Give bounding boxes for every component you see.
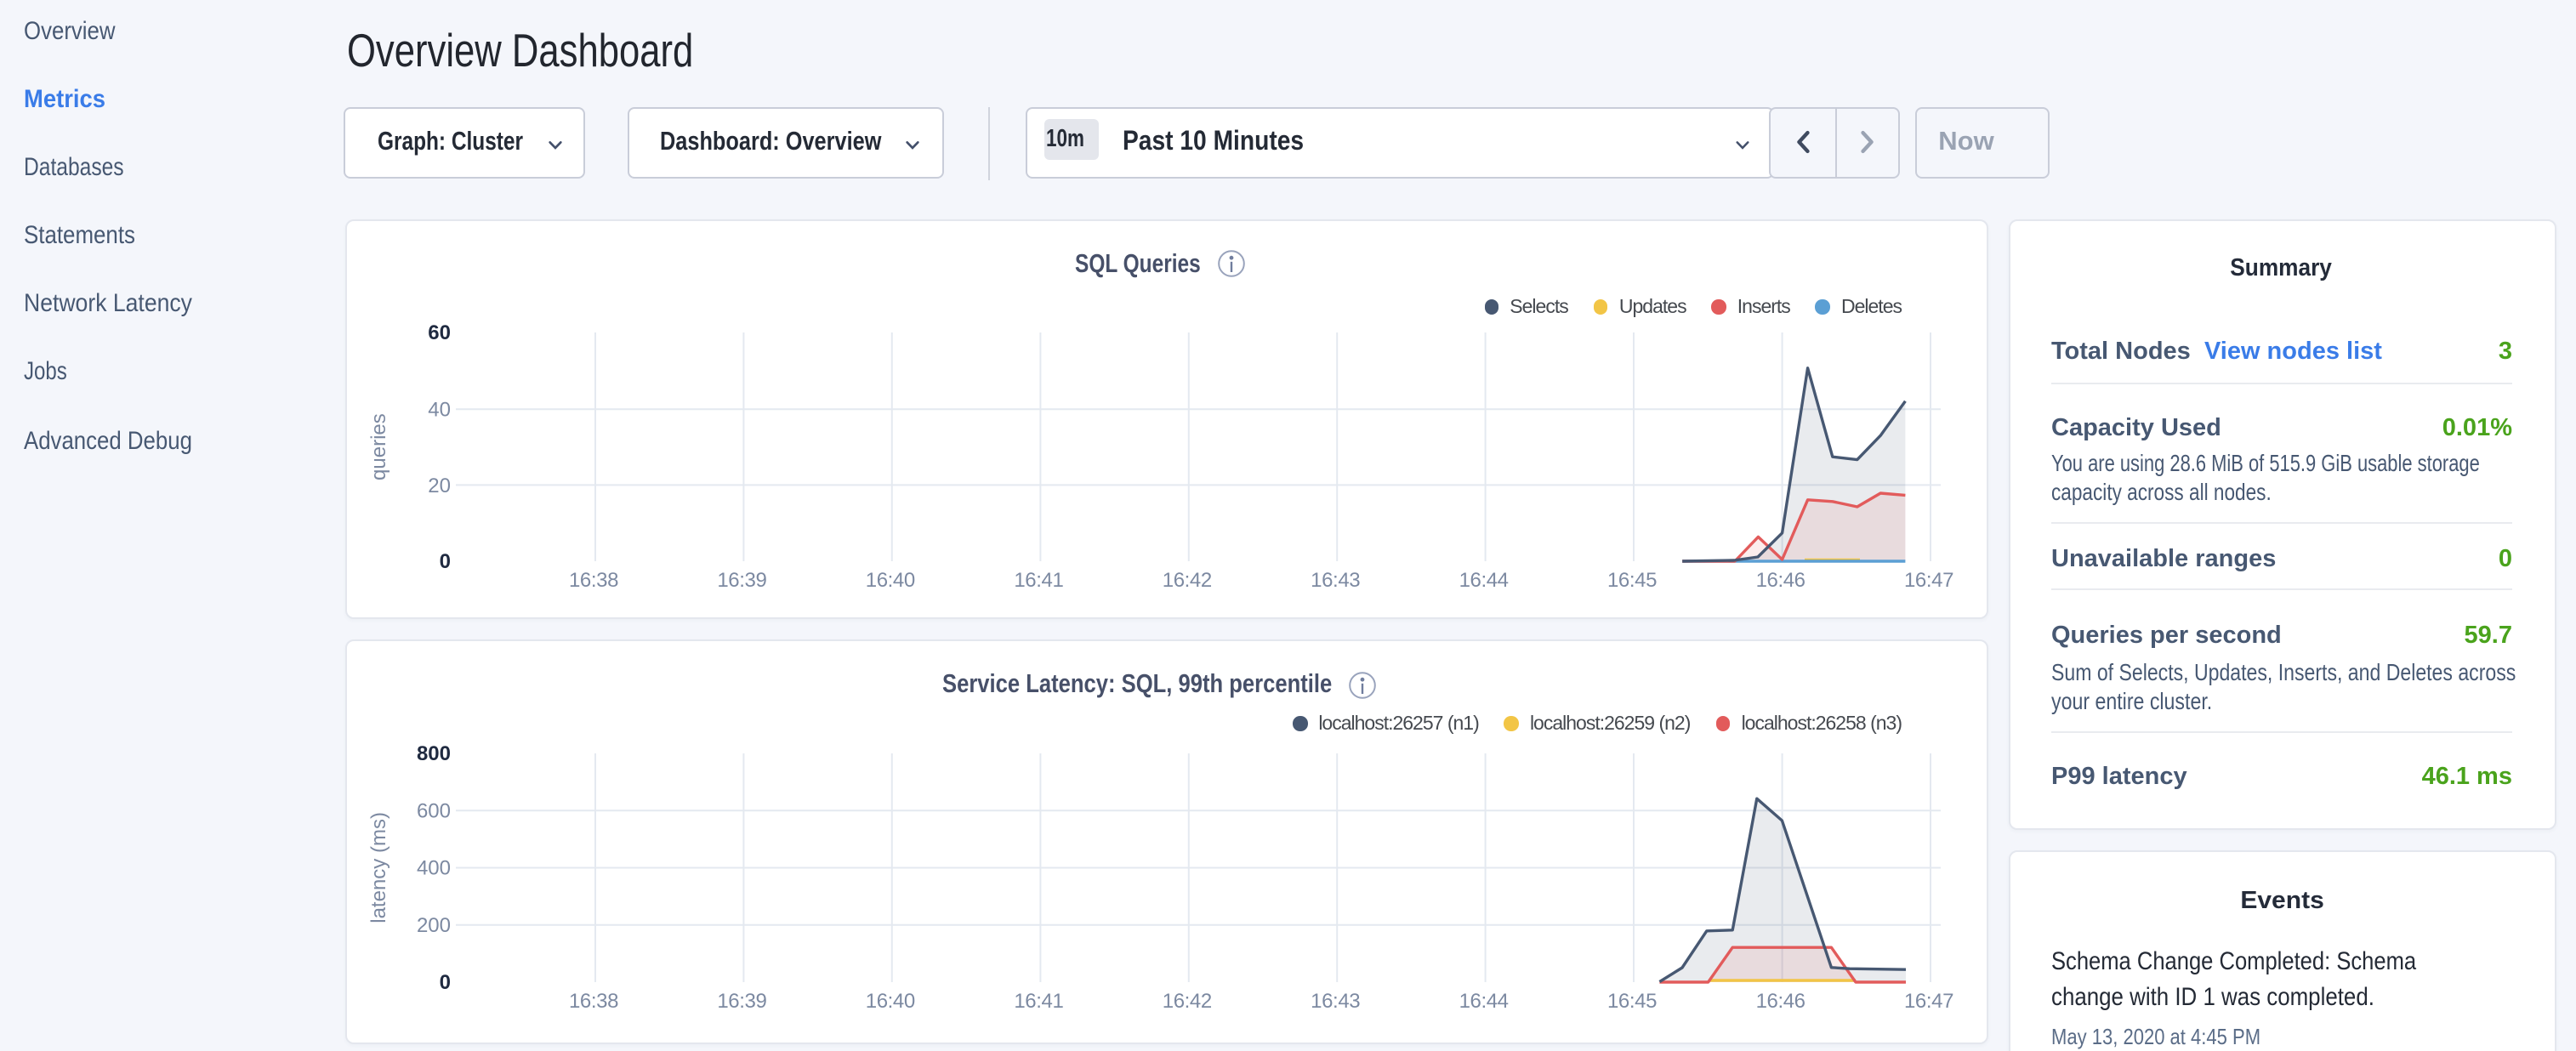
svg-text:16:42: 16:42 <box>1162 569 1211 592</box>
svg-text:16:44: 16:44 <box>1459 989 1508 1012</box>
svg-text:16:47: 16:47 <box>1903 569 1953 592</box>
svg-text:16:43: 16:43 <box>1310 569 1359 592</box>
svg-text:16:45: 16:45 <box>1606 569 1656 592</box>
svg-text:0: 0 <box>439 970 450 993</box>
svg-text:16:38: 16:38 <box>568 989 617 1012</box>
svg-text:400: 400 <box>416 856 450 879</box>
svg-text:16:41: 16:41 <box>1013 569 1062 592</box>
svg-text:800: 800 <box>416 741 450 764</box>
svg-text:queries: queries <box>367 413 390 480</box>
svg-text:16:39: 16:39 <box>716 569 765 592</box>
svg-text:16:46: 16:46 <box>1755 989 1805 1012</box>
svg-text:40: 40 <box>427 399 450 422</box>
svg-text:16:38: 16:38 <box>568 569 617 592</box>
svg-text:16:42: 16:42 <box>1162 989 1211 1012</box>
svg-text:600: 600 <box>416 798 450 821</box>
svg-text:16:41: 16:41 <box>1013 989 1062 1012</box>
svg-text:16:46: 16:46 <box>1755 569 1805 592</box>
svg-text:200: 200 <box>416 913 450 936</box>
svg-text:16:40: 16:40 <box>865 989 914 1012</box>
svg-text:latency (ms): latency (ms) <box>367 811 390 923</box>
svg-text:16:47: 16:47 <box>1903 989 1953 1012</box>
svg-text:60: 60 <box>427 321 450 344</box>
svg-text:16:44: 16:44 <box>1459 569 1508 592</box>
svg-text:16:39: 16:39 <box>716 989 765 1012</box>
svg-text:16:45: 16:45 <box>1606 989 1656 1012</box>
svg-text:0: 0 <box>439 550 450 573</box>
svg-text:16:40: 16:40 <box>865 569 914 592</box>
svg-text:16:43: 16:43 <box>1310 989 1359 1012</box>
svg-text:20: 20 <box>427 474 450 497</box>
